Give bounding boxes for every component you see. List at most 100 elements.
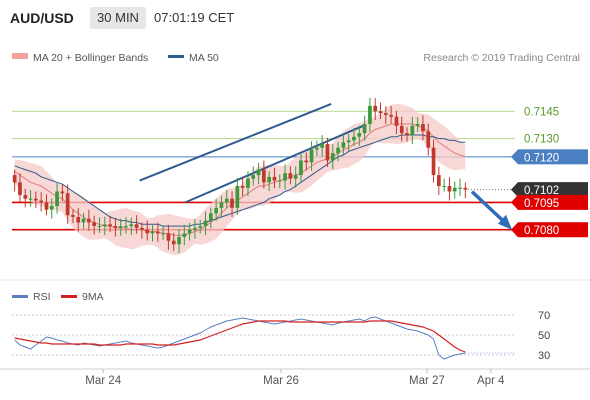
candle-body [352, 136, 356, 141]
candle-body [437, 175, 441, 186]
price-tag-0.7080 [518, 222, 588, 238]
candle-body [171, 240, 176, 245]
price-levels [12, 110, 515, 231]
price-label-0.7102: 0.7102 [524, 185, 559, 197]
candle-body [251, 175, 256, 179]
candle-body [246, 178, 250, 188]
candle-body [177, 237, 181, 245]
candle-body [267, 176, 271, 183]
forecast-arrow [470, 190, 512, 230]
trend-channel [139, 103, 364, 204]
copyright-label: Research © 2019 Trading Central [423, 52, 580, 64]
candle-body [341, 142, 346, 148]
candle-body [23, 195, 28, 199]
candle-body [44, 202, 49, 210]
price-tag-pointer-0.7120 [511, 149, 518, 165]
candle-body [315, 147, 319, 150]
ma50-legend-swatch [168, 55, 184, 58]
candle-body [399, 125, 404, 134]
x-axis-ticks: Mar 24 Mar 26 Mar 27 Apr 4 [85, 369, 505, 387]
candle-body [203, 220, 208, 227]
candle-body [156, 231, 160, 234]
price-label-0.7130: 0.7130 [524, 134, 559, 146]
x-tick-label: Mar 24 [85, 375, 121, 387]
ma20-legend-swatch [12, 53, 28, 59]
candle-body [214, 207, 218, 214]
ma20-legend-label: MA 20 + Bollinger Bands [33, 52, 148, 64]
moving-averages [14, 123, 466, 236]
price-label-0.7080: 0.7080 [524, 225, 559, 237]
rsi-legend-label: RSI [33, 291, 51, 303]
rsi-tick-70: 70 [538, 310, 550, 322]
candle-body [410, 125, 415, 135]
candle-body [87, 218, 91, 223]
candle-body [34, 198, 38, 201]
candle-body [320, 144, 324, 148]
x-tick-label: Mar 26 [263, 375, 299, 387]
candle-body [18, 182, 22, 196]
candle-body [97, 226, 102, 228]
candle-body [92, 222, 96, 226]
channel-lower-line [184, 124, 364, 204]
candle-body [384, 113, 388, 115]
timeframe-button[interactable]: 30 MIN [90, 7, 146, 29]
candle-body [442, 186, 446, 187]
price-tag-pointer-0.7102 [511, 182, 518, 198]
candle-body [118, 226, 123, 228]
candle-body [293, 175, 298, 179]
candle-body [39, 200, 43, 203]
candle-body [447, 186, 452, 192]
candle-body [198, 226, 203, 228]
candle-body [187, 229, 192, 234]
ma50-line [14, 134, 466, 227]
candle-body [421, 124, 425, 132]
candle-body [108, 224, 112, 227]
candle-body [28, 198, 33, 200]
price-chart: MA 20 + Bollinger Bands MA 50 Research ©… [0, 52, 590, 387]
candle-body [71, 215, 75, 217]
x-tick-label: Mar 27 [409, 375, 445, 387]
timestamp: 07:01:19 CET [154, 10, 235, 25]
candle-body [102, 224, 107, 227]
rsi-chart: 70 50 30 [12, 310, 550, 362]
forecast-arrow-shaft [470, 190, 505, 223]
candle-body [309, 149, 314, 163]
candle-body [373, 105, 378, 112]
candle-body [224, 198, 229, 203]
candle-body [277, 180, 282, 182]
channel-upper-line [139, 103, 332, 182]
candle-body [209, 213, 213, 221]
candle-body [256, 169, 261, 176]
rsi-tick-30: 30 [538, 350, 550, 362]
candle-body [283, 173, 287, 181]
price-label-0.7095: 0.7095 [524, 198, 559, 210]
candles [12, 97, 468, 253]
candle-body [262, 169, 266, 183]
candle-body [230, 198, 234, 208]
rsi-tick-50: 50 [538, 330, 550, 342]
symbol-title: AUD/USD [10, 10, 74, 26]
candle-body [145, 229, 150, 234]
candle-body [415, 124, 420, 126]
candle-body [166, 233, 171, 241]
candle-body [463, 187, 468, 190]
candle-body [124, 226, 128, 228]
bollinger-band [14, 104, 466, 256]
rsi-line [14, 316, 466, 360]
candle-body [272, 176, 277, 181]
candle-body [140, 227, 144, 230]
ma50-legend-label: MA 50 [189, 52, 219, 64]
price-tag-0.7102 [518, 182, 588, 198]
candle-body [60, 191, 65, 194]
chart-root: AUD/USD 30 MIN 07:01:19 CET MA 20 + Boll… [0, 0, 590, 400]
candle-body [113, 226, 118, 228]
candle-body [458, 187, 462, 189]
candle-body [336, 147, 340, 154]
ma9-legend-swatch [61, 295, 77, 298]
rsi-legend-swatch [12, 295, 28, 298]
chart-legend: MA 20 + Bollinger Bands MA 50 Research ©… [12, 52, 580, 64]
candle-body [299, 160, 303, 176]
candle-body [357, 133, 362, 137]
candle-body [346, 140, 351, 143]
price-label-0.7120: 0.7120 [524, 152, 559, 164]
